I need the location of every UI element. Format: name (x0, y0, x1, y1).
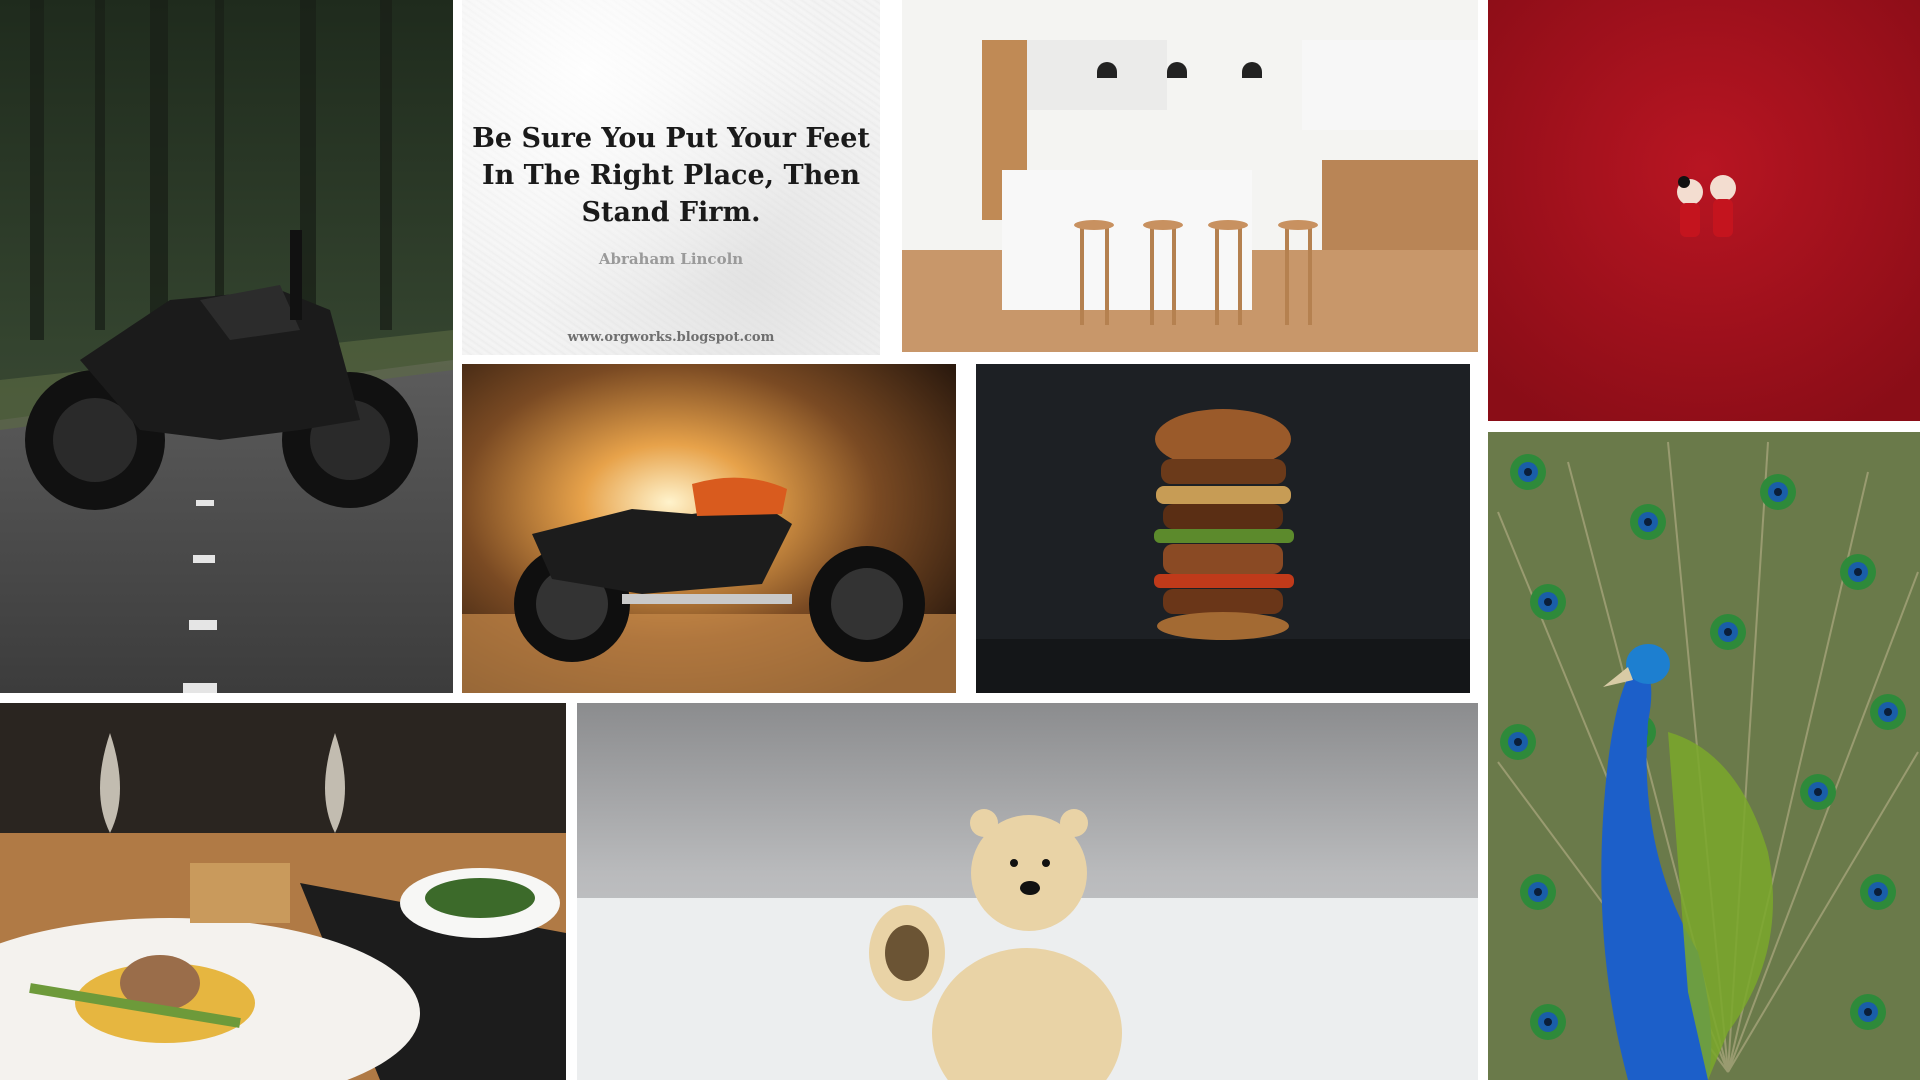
quote-text: Be Sure You Put Your Feet In The Right P… (472, 123, 870, 228)
red-figurines-image (1488, 0, 1920, 421)
burger-image (976, 364, 1470, 693)
motorcycle-road-photo (0, 0, 453, 693)
restaurant-plate-image (0, 703, 566, 1080)
peacock-photo (1488, 432, 1920, 1080)
motorcycle-road-image (0, 0, 453, 693)
polar-bear-photo (577, 703, 1478, 1080)
burger-photo (976, 364, 1470, 693)
kitchen-photo (902, 0, 1478, 352)
motorcycle-tunnel-photo (462, 364, 956, 693)
quote-card: Be Sure You Put Your Feet In The Right P… (462, 0, 880, 355)
quote-author: Abraham Lincoln (598, 250, 744, 268)
restaurant-plate-photo (0, 703, 566, 1080)
polar-bear-image (577, 703, 1478, 1080)
motorcycle-tunnel-image (462, 364, 956, 693)
peacock-image (1488, 432, 1920, 1080)
red-figurines-photo (1488, 0, 1920, 421)
kitchen-image (902, 0, 1478, 352)
quote-source-url: www.orgworks.blogspot.com (567, 330, 775, 345)
